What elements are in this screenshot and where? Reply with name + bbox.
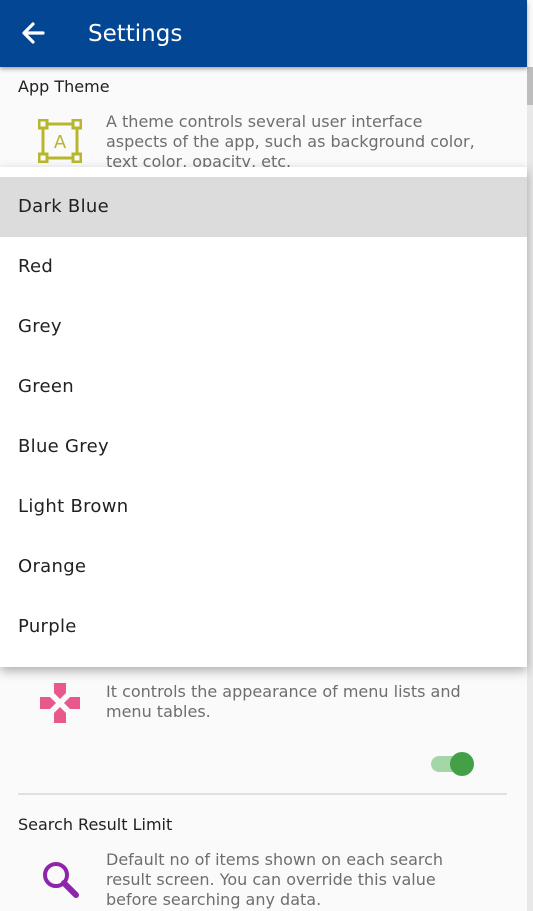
app-theme-description: A theme controls several user interface … bbox=[106, 112, 475, 171]
theme-dropdown-menu: Dark Blue Red Grey Green Blue Grey Light… bbox=[0, 167, 527, 667]
scrollbar-thumb[interactable] bbox=[527, 67, 533, 105]
menu-item-red[interactable]: Red bbox=[0, 237, 527, 297]
search-icon bbox=[38, 857, 82, 901]
app-theme-title: App Theme bbox=[18, 77, 110, 96]
svg-text:A: A bbox=[54, 132, 67, 153]
search-limit-description: Default no of items shown on each search… bbox=[106, 850, 444, 909]
menu-style-toggle[interactable] bbox=[429, 751, 477, 777]
app-bar: Settings bbox=[0, 0, 527, 67]
back-button[interactable] bbox=[18, 18, 48, 48]
menu-item-green[interactable]: Green bbox=[0, 357, 527, 417]
menu-item-light-brown[interactable]: Light Brown bbox=[0, 477, 527, 537]
dpad-icon bbox=[38, 681, 82, 725]
menu-item-grey[interactable]: Grey bbox=[0, 297, 527, 357]
arrow-left-icon bbox=[22, 22, 45, 44]
menu-item-dark-blue[interactable]: Dark Blue bbox=[0, 177, 527, 237]
scrollbar[interactable] bbox=[527, 67, 533, 911]
menu-style-description: It controls the appearance of menu lists… bbox=[106, 682, 461, 721]
divider bbox=[18, 793, 507, 795]
menu-item-orange[interactable]: Orange bbox=[0, 537, 527, 597]
search-limit-title: Search Result Limit bbox=[18, 815, 173, 834]
menu-item-purple[interactable]: Purple bbox=[0, 597, 527, 657]
menu-item-blue-grey[interactable]: Blue Grey bbox=[0, 417, 527, 477]
text-frame-icon: A bbox=[37, 118, 83, 164]
page-title: Settings bbox=[88, 21, 183, 47]
